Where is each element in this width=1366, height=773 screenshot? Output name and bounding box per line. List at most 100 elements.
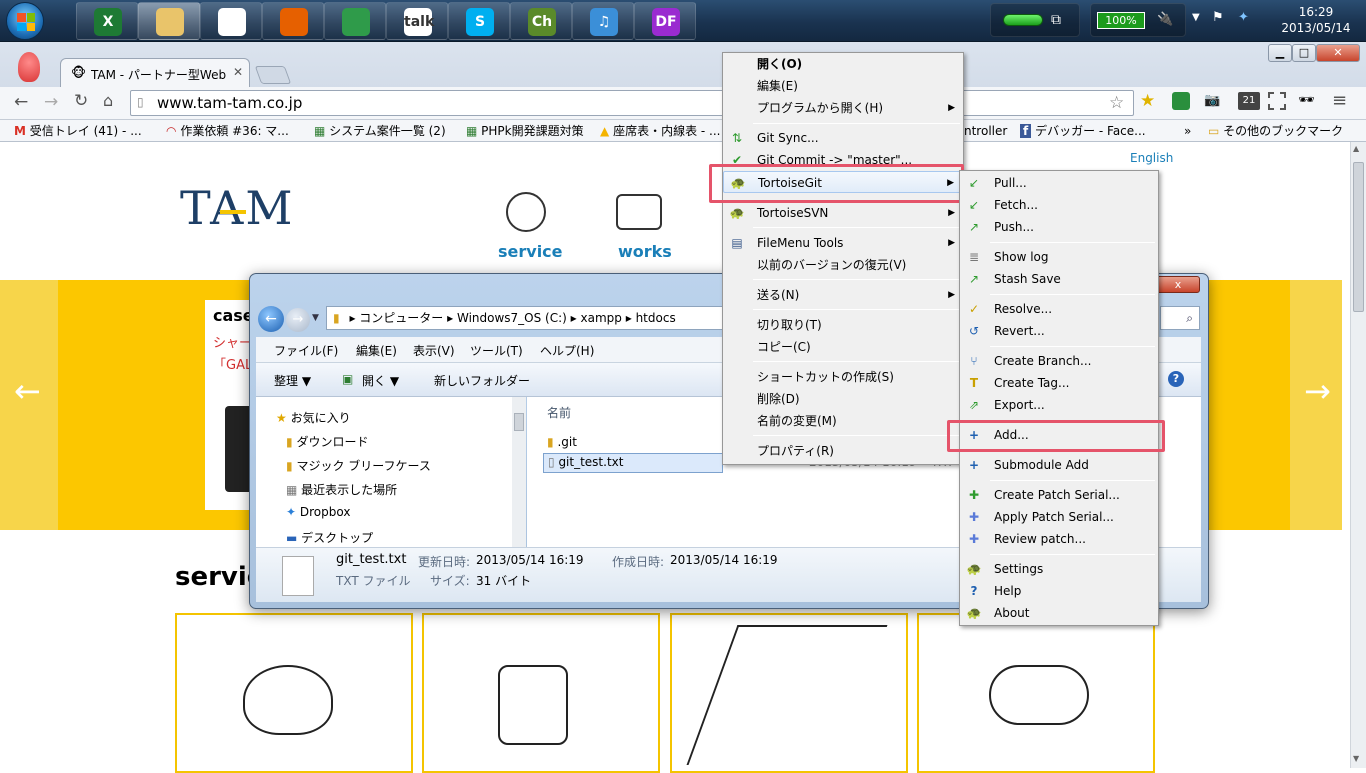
reload-icon[interactable]: ↻ [74,91,88,111]
start-button[interactable] [6,2,44,40]
submenu-item-submodule-add[interactable]: + Submodule Add [960,454,1158,476]
nav-downloads[interactable]: ▮ ダウンロード [286,433,368,450]
omnibox[interactable]: ▯ www.tam-tam.co.jp ☆ [130,90,1134,116]
minimize-button[interactable]: ▁ [1268,44,1292,62]
clock[interactable]: 16:29 2013/05/14 [1276,4,1356,36]
submenu-item-settings[interactable]: 🐢 Settings [960,558,1158,580]
service-card[interactable] [917,613,1155,773]
taskbar-app-button[interactable]: X [76,2,138,40]
explorer-address-bar[interactable]: ▮ ▸ コンピューター ▸ Windows7_OS (C:) ▸ xampp ▸… [326,306,726,330]
network-tray[interactable]: ⧉ [990,3,1080,37]
new-folder-button[interactable]: 新しいフォルダー [434,372,530,389]
breadcrumb-item[interactable]: xampp [581,311,622,325]
explorer-forward-icon[interactable]: → [286,308,310,332]
menu-edit[interactable]: 編集(E) [356,342,397,359]
taskbar-app-button[interactable]: talk [386,2,448,40]
bookmark-facebook[interactable]: f デバッガー - Face... [1020,121,1146,141]
menu-item-git-sync[interactable]: ⇅ Git Sync... [723,127,963,149]
menu-item-copy[interactable]: コピー(C) [723,336,963,358]
taskbar-app-button[interactable] [200,2,262,40]
english-link[interactable]: English [1130,151,1173,165]
forward-icon[interactable]: → [44,92,58,112]
show-hidden-icons-button[interactable]: ▼ [1192,12,1200,23]
submenu-item-show-log[interactable]: ≣ Show log [960,246,1158,268]
bookmark-redmine[interactable]: ◠ 作業依頼 #36: マ... [166,121,289,141]
page-scrollbar[interactable]: ▲ ▼ [1350,142,1366,768]
dropbox-tray-icon[interactable]: ✦ [1238,10,1249,25]
menu-help[interactable]: ヘルプ(H) [540,342,594,359]
column-header-name[interactable]: 名前 [547,404,571,421]
submenu-item-fetch[interactable]: ↙ Fetch... [960,194,1158,216]
bookmark-star-icon[interactable]: ☆ [1109,93,1124,113]
taskbar-app-button[interactable]: ♫ [572,2,634,40]
taskbar-app-button[interactable] [262,2,324,40]
profile-avatar-icon[interactable] [18,52,40,82]
close-button[interactable]: ✕ [1316,44,1360,62]
service-card[interactable] [422,613,660,773]
nav-desktop[interactable]: ▬ デスクトップ [286,529,373,546]
menu-item-properties[interactable]: プロパティ(R) [723,440,963,462]
submenu-item-stash-save[interactable]: ↗ Stash Save [960,268,1158,290]
taskbar-app-button[interactable]: Ch [510,2,572,40]
nav-works[interactable]: works [618,242,672,261]
menu-file[interactable]: ファイル(F) [274,342,338,359]
mask-extension-icon[interactable]: 🕶 [1298,93,1315,108]
maximize-button[interactable]: □ [1292,44,1316,62]
bookmark-seats[interactable]: ▲ 座席表・内線表 - ... [600,121,720,141]
screenshot-extension-icon[interactable] [1268,92,1286,110]
badge-extension-icon[interactable]: 21 [1238,92,1260,110]
explorer-search-icon[interactable]: ⌕ [1160,306,1200,330]
new-tab-button[interactable] [254,66,292,84]
submenu-item-revert[interactable]: ↺ Revert... [960,320,1158,342]
bookmarks-overflow-button[interactable]: » [1184,121,1191,141]
submenu-item-create-patch-serial[interactable]: ✚ Create Patch Serial... [960,484,1158,506]
explorer-back-icon[interactable]: ← [258,306,284,332]
service-card[interactable] [175,613,413,773]
nav-briefcase[interactable]: ▮ マジック ブリーフケース [286,457,431,474]
service-illustration-icon[interactable] [506,192,546,232]
bookmark-gmail[interactable]: M 受信トレイ (41) - ... [14,121,142,141]
nav-dropbox[interactable]: ✦ Dropbox [286,505,350,519]
submenu-item-resolve[interactable]: ✓ Resolve... [960,298,1158,320]
works-illustration-icon[interactable] [616,194,662,230]
help-icon[interactable]: ? [1168,371,1184,387]
menu-view[interactable]: 表示(V) [413,342,455,359]
bookmark-php[interactable]: ▦ PHPk開発課題対策 [466,121,584,141]
file-item[interactable]: ▮ .git [547,435,577,449]
slider-next-icon[interactable]: → [1304,372,1331,410]
scroll-down-icon[interactable]: ▼ [1353,754,1359,763]
slider-prev-icon[interactable]: ← [14,372,41,410]
taskbar-app-button[interactable] [324,2,386,40]
open-button[interactable]: 開く ▼ [362,372,399,389]
explorer-close-button[interactable]: x [1156,276,1200,293]
tab-close-icon[interactable]: ✕ [233,65,243,79]
submenu-item-push[interactable]: ↗ Push... [960,216,1158,238]
menu-item-restore-versions[interactable]: 以前のバージョンの復元(V) [723,254,963,276]
submenu-item-help[interactable]: ? Help [960,580,1158,602]
submenu-item-pull[interactable]: ↙ Pull... [960,172,1158,194]
back-icon[interactable]: ← [14,92,28,112]
submenu-item-about[interactable]: 🐢 About [960,602,1158,624]
nav-recent-places[interactable]: ▦ 最近表示した場所 [286,481,397,498]
submenu-item-create-tag[interactable]: T Create Tag... [960,372,1158,394]
submenu-item-export[interactable]: ⇗ Export... [960,394,1158,416]
menu-item-send-to[interactable]: 送る(N) ▶ [723,284,963,306]
battery-tray[interactable]: 100% 🔌 [1090,3,1186,37]
nav-scrollbar[interactable] [512,397,526,547]
menu-item-create-shortcut[interactable]: ショートカットの作成(S) [723,366,963,388]
menu-icon[interactable]: ≡ [1332,90,1347,111]
scroll-up-icon[interactable]: ▲ [1353,144,1359,153]
breadcrumb-item[interactable]: コンピューター [359,311,443,325]
action-center-flag-icon[interactable]: ⚑ [1212,10,1224,25]
star-extension-icon[interactable]: ★ [1140,91,1155,111]
service-card[interactable] [670,613,908,773]
bookmark-system-list[interactable]: ▦ システム案件一覧 (2) [314,121,446,141]
site-logo[interactable]: TAM [180,178,295,238]
scroll-thumb[interactable] [1353,162,1364,312]
menu-item-open-with[interactable]: プログラムから開く(H) ▶ [723,97,963,119]
menu-item-open[interactable]: 開く(O) [723,53,963,75]
browser-tab[interactable]: 🐵 TAM - パートナー型Web ✕ [60,58,250,88]
nav-scroll-thumb[interactable] [514,413,524,431]
taskbar-app-button[interactable]: DF [634,2,696,40]
menu-item-edit[interactable]: 編集(E) [723,75,963,97]
